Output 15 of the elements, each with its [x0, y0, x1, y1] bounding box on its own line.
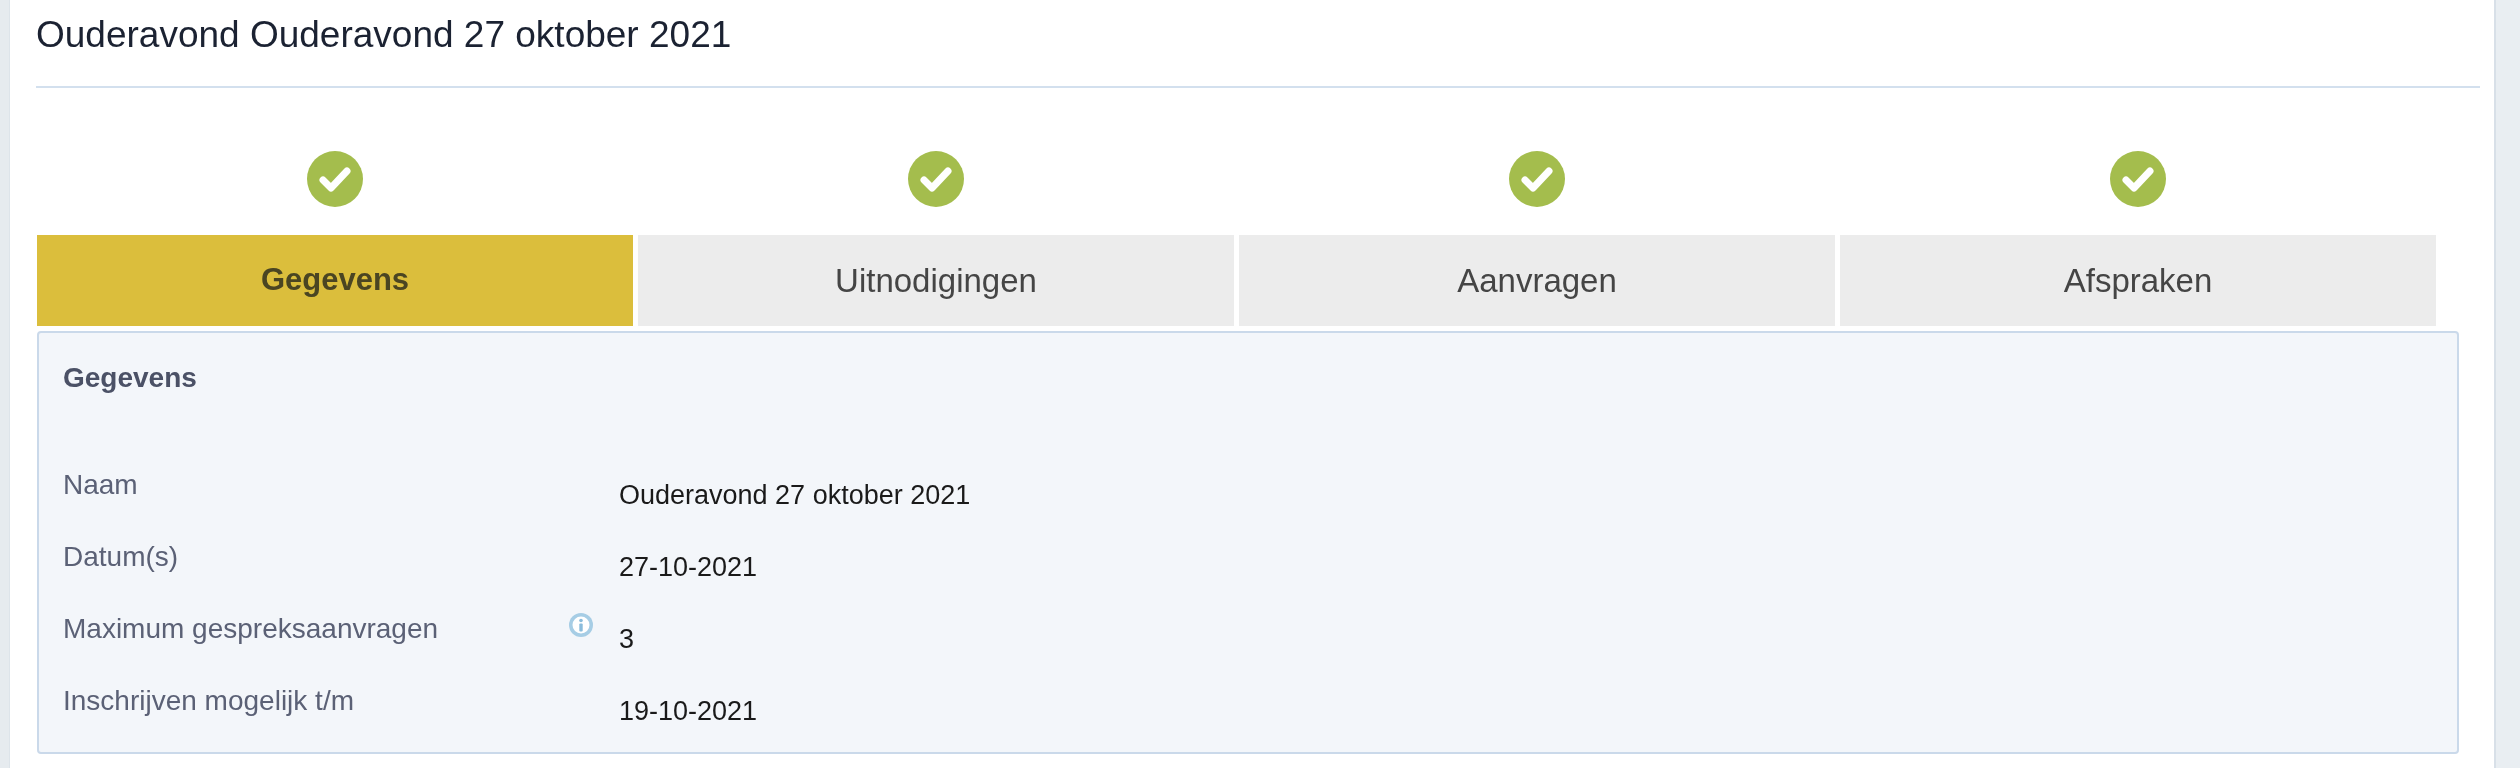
page-title: Ouderavond Ouderavond 27 oktober 2021: [36, 13, 732, 57]
field-value: 27-10-2021: [619, 551, 758, 584]
field-label: Maximum gespreksaanvragen: [63, 612, 439, 646]
panel-heading: Gegevens: [63, 361, 197, 395]
step-tab[interactable]: Aanvragen: [1239, 235, 1835, 326]
field-value: Ouderavond 27 oktober 2021: [619, 479, 971, 512]
field-value: 3: [619, 623, 635, 656]
field-label: Naam: [63, 468, 138, 502]
step-tab[interactable]: Uitnodigingen: [638, 235, 1234, 326]
info-icon[interactable]: [569, 613, 593, 637]
field-label: Datum(s): [63, 540, 179, 574]
step-tab[interactable]: Afspraken: [1840, 235, 2436, 326]
field-label: Inschrijven mogelijk t/m: [63, 684, 354, 718]
field-value: 19-10-2021: [619, 695, 758, 728]
step-tab[interactable]: Gegevens: [37, 235, 633, 326]
